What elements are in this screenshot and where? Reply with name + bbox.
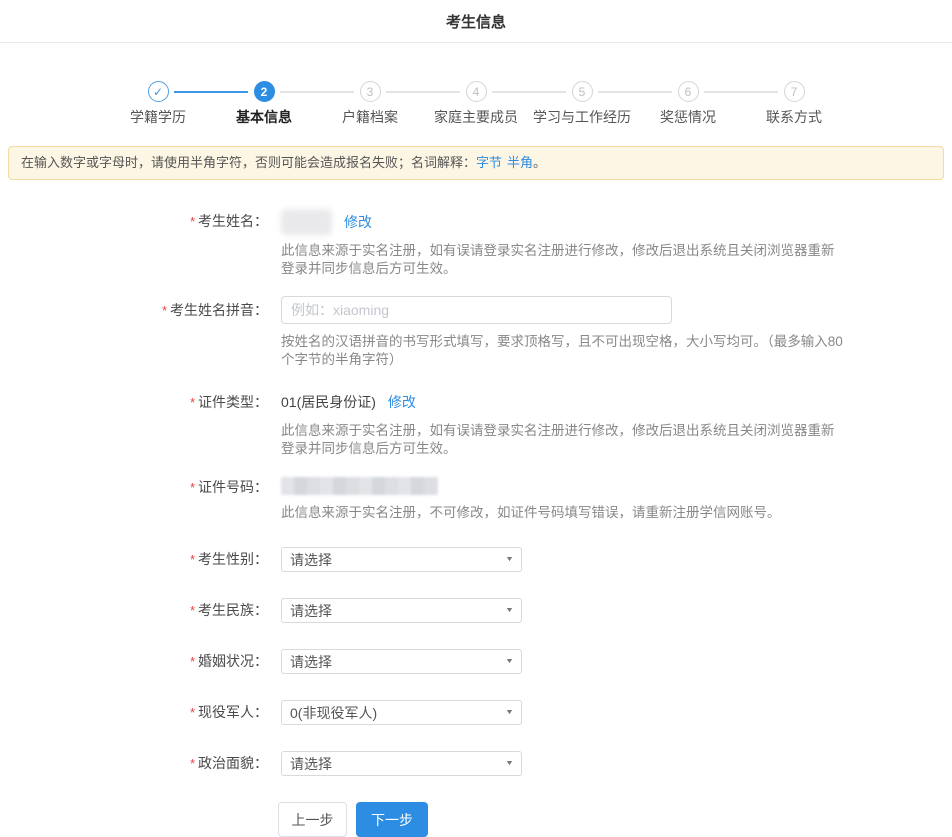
modify-name-link[interactable]: 修改 [344,212,372,233]
marital-status-select[interactable]: 请选择 ▼ [281,649,522,674]
step-number: 3 [360,81,381,102]
marital-status-select-value: 请选择 [290,652,332,672]
wizard-buttons: 上一步 下一步 [278,802,952,837]
required-asterisk: * [190,214,195,229]
chevron-down-icon: ▼ [505,760,514,767]
ethnicity-label: *考生民族： [0,598,268,623]
candidate-name-redacted [281,209,332,235]
step-family-members[interactable]: 4 家庭主要成员 [423,81,529,127]
cert-type-value: 01(居民身份证) [281,392,376,413]
required-asterisk: * [190,705,195,720]
page-title: 考生信息 [0,11,952,32]
gender-row: *考生性别： 请选择 ▼ [0,547,952,572]
halfwidth-notice-banner: 在输入数字或字母时，请使用半角字符，否则可能会造成报名失败；名词解释：字节半角。 [8,146,944,180]
modify-cert-type-link[interactable]: 修改 [388,392,416,413]
military-status-row: *现役军人： 0(非现役军人) ▼ [0,700,952,725]
step-label: 家庭主要成员 [423,107,529,127]
name-pinyin-input[interactable] [281,296,672,324]
step-label: 基本信息 [211,107,317,127]
required-asterisk: * [190,756,195,771]
gender-select-value: 请选择 [290,550,332,570]
step-label: 联系方式 [741,107,847,127]
step-basic-info[interactable]: 2 基本信息 [211,81,317,127]
military-status-select[interactable]: 0(非现役军人) ▼ [281,700,522,725]
chevron-down-icon: ▼ [505,658,514,665]
halfwidth-definition-link[interactable]: 半角 [507,155,533,170]
marital-status-row: *婚姻状况： 请选择 ▼ [0,649,952,674]
step-label: 学籍学历 [105,107,211,127]
political-status-label: *政治面貌： [0,751,268,776]
political-status-select[interactable]: 请选择 ▼ [281,751,522,776]
required-asterisk: * [190,654,195,669]
cert-type-help: 此信息来源于实名注册，如有误请登录实名注册进行修改，修改后退出系统且关闭浏览器重… [281,422,847,458]
political-status-row: *政治面貌： 请选择 ▼ [0,751,952,776]
ethnicity-select[interactable]: 请选择 ▼ [281,598,522,623]
step-number: 4 [466,81,487,102]
required-asterisk: * [190,552,195,567]
required-asterisk: * [190,480,195,495]
step-label: 奖惩情况 [635,107,741,127]
step-contact-info[interactable]: 7 联系方式 [741,81,847,127]
military-status-select-value: 0(非现役军人) [290,703,377,723]
ethnicity-row: *考生民族： 请选择 ▼ [0,598,952,623]
candidate-name-label: *考生姓名： [0,211,268,232]
step-number: 2 [254,81,275,102]
previous-step-button[interactable]: 上一步 [278,802,347,837]
byte-definition-link[interactable]: 字节 [476,155,502,170]
gender-label: *考生性别： [0,547,268,572]
notice-suffix: 。 [533,155,546,170]
next-step-button[interactable]: 下一步 [356,802,428,837]
chevron-down-icon: ▼ [505,709,514,716]
cert-number-row: *证件号码： 此信息来源于实名注册，不可修改，如证件号码填写错误，请重新注册学信… [0,477,952,522]
notice-text: 在输入数字或字母时，请使用半角字符，否则可能会造成报名失败；名词解释： [21,155,476,170]
ethnicity-select-value: 请选择 [290,601,332,621]
name-pinyin-row: *考生姓名拼音： 按姓名的汉语拼音的书写形式填写，要求顶格写，且不可出现空格，大… [0,296,952,369]
step-number: 5 [572,81,593,102]
step-label: 学习与工作经历 [529,107,635,127]
cert-number-label: *证件号码： [0,477,268,498]
page-header: 考生信息 [0,0,952,43]
wizard-stepper: ✓ 学籍学历 2 基本信息 3 户籍档案 4 家庭主要成员 5 学习与工作经历 … [105,81,847,127]
required-asterisk: * [190,395,195,410]
political-status-select-value: 请选择 [290,754,332,774]
required-asterisk: * [190,603,195,618]
candidate-name-row: *考生姓名： 修改 此信息来源于实名注册，如有误请登录实名注册进行修改，修改后退… [0,211,952,278]
step-household-file[interactable]: 3 户籍档案 [317,81,423,127]
cert-number-redacted [281,477,438,495]
military-status-label: *现役军人： [0,700,268,725]
chevron-down-icon: ▼ [505,556,514,563]
cert-type-row: *证件类型： 01(居民身份证) 修改 此信息来源于实名注册，如有误请登录实名注… [0,392,952,458]
step-enrollment-history[interactable]: ✓ 学籍学历 [105,81,211,127]
candidate-name-help: 此信息来源于实名注册，如有误请登录实名注册进行修改，修改后退出系统且关闭浏览器重… [281,242,847,278]
step-label: 户籍档案 [317,107,423,127]
name-pinyin-label: *考生姓名拼音： [0,296,268,325]
marital-status-label: *婚姻状况： [0,649,268,674]
cert-type-label: *证件类型： [0,392,268,413]
chevron-down-icon: ▼ [505,607,514,614]
check-icon: ✓ [148,81,169,102]
name-pinyin-help: 按姓名的汉语拼音的书写形式填写，要求顶格写，且不可出现空格，大小写均可。（最多输… [281,333,847,369]
cert-number-help: 此信息来源于实名注册，不可修改，如证件号码填写错误，请重新注册学信网账号。 [281,504,847,522]
gender-select[interactable]: 请选择 ▼ [281,547,522,572]
step-number: 6 [678,81,699,102]
step-study-work-history[interactable]: 5 学习与工作经历 [529,81,635,127]
required-asterisk: * [162,303,167,318]
candidate-info-form: *考生姓名： 修改 此信息来源于实名注册，如有误请登录实名注册进行修改，修改后退… [0,180,952,837]
step-rewards-punishments[interactable]: 6 奖惩情况 [635,81,741,127]
step-number: 7 [784,81,805,102]
